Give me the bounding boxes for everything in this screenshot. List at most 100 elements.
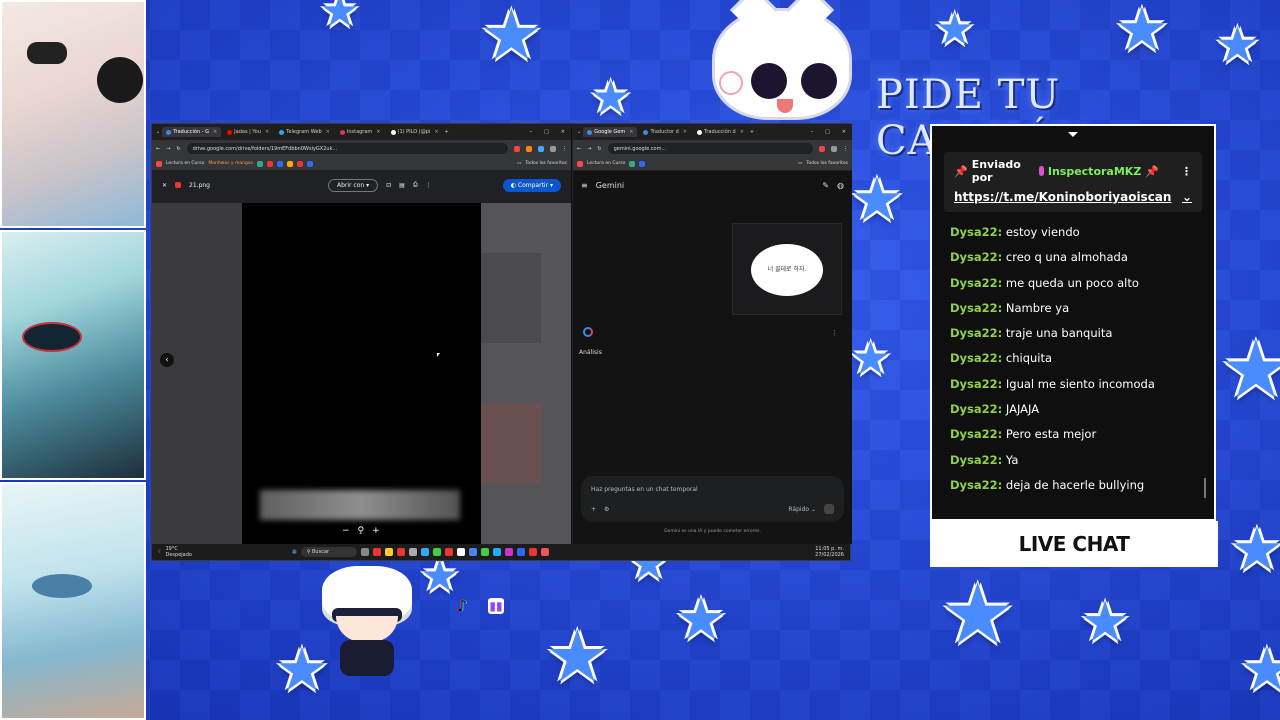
share-button[interactable]: ◐ Compartir ▾	[502, 178, 561, 192]
close-icon[interactable]: ×	[376, 129, 380, 135]
whatsapp-icon[interactable]	[480, 548, 489, 556]
tab-gemini[interactable]: Google Gem ×	[583, 127, 638, 137]
chat-username[interactable]: Dysa22:	[950, 351, 1002, 365]
all-bookmarks[interactable]: Todos los favoritos	[525, 161, 567, 166]
bookmark-icon[interactable]	[306, 160, 313, 167]
telegram-icon[interactable]	[492, 548, 501, 556]
bookmark-icon[interactable]	[286, 160, 293, 167]
add-icon[interactable]: +	[591, 506, 596, 513]
bookmark-icon[interactable]	[296, 160, 303, 167]
collapse-caret-icon[interactable]	[1068, 132, 1078, 142]
weather-widget[interactable]: ☾ 19°C Despejado	[158, 546, 288, 558]
close-window-button[interactable]: ×	[561, 129, 565, 135]
close-icon[interactable]: ×	[326, 129, 330, 135]
extension-icon[interactable]	[819, 145, 825, 152]
bookmark-icon[interactable]	[629, 160, 636, 167]
chat-username[interactable]: Dysa22:	[950, 276, 1002, 290]
reload-icon[interactable]: ↻	[597, 146, 601, 152]
app-icon[interactable]	[444, 548, 453, 556]
chat-username[interactable]: Dysa22:	[950, 377, 1002, 391]
profile-icon[interactable]	[550, 145, 556, 152]
microphone-icon[interactable]	[540, 548, 549, 556]
print-icon[interactable]: ⎙	[413, 181, 418, 189]
add-shortcut-icon[interactable]: ⊡	[386, 182, 391, 189]
menu-icon[interactable]: ⋮	[562, 146, 567, 152]
forward-icon[interactable]: →	[166, 146, 170, 152]
chat-username[interactable]: Dysa22:	[950, 427, 1002, 441]
app-icon[interactable]	[432, 548, 441, 556]
send-button[interactable]	[824, 504, 834, 514]
bookmark-item[interactable]: Lectura en Curso	[587, 161, 625, 166]
uploaded-image[interactable]: 너 꼴데로 하자.	[732, 223, 842, 315]
bookmark-icon[interactable]	[256, 160, 263, 167]
more-icon[interactable]: ⋮	[1181, 165, 1192, 178]
obs-icon[interactable]	[456, 548, 465, 556]
close-icon[interactable]: ×	[265, 129, 269, 135]
close-icon[interactable]: ×	[740, 129, 744, 135]
folder-icon[interactable]	[384, 548, 393, 556]
chevron-down-icon[interactable]: ⌄	[1182, 190, 1192, 204]
forward-icon[interactable]: →	[587, 146, 591, 152]
tab-instagram[interactable]: Instagram ×	[336, 127, 385, 137]
system-clock[interactable]: 11:05 p. m. 27/02/2026	[815, 546, 844, 558]
reload-icon[interactable]: ↻	[176, 146, 180, 152]
extension-icon[interactable]	[538, 145, 544, 152]
zoom-in-icon[interactable]: +	[372, 526, 380, 536]
chat-username[interactable]: Dysa22:	[950, 301, 1002, 315]
more-icon[interactable]: ⋮	[831, 329, 838, 337]
close-icon[interactable]: ×	[629, 129, 633, 135]
chat-username[interactable]: Dysa22:	[950, 402, 1002, 416]
url-field[interactable]: drive.google.com/drive/folders/19mEFdbbn…	[186, 143, 508, 154]
chat-username[interactable]: Dysa22:	[950, 478, 1002, 492]
app-icon[interactable]	[420, 548, 429, 556]
search-box[interactable]: ⚲ Buscar	[300, 547, 357, 557]
bookmark-icon[interactable]	[266, 160, 273, 167]
profile-icon[interactable]	[831, 145, 837, 152]
minimize-button[interactable]: –	[811, 129, 814, 135]
tab-traduccion[interactable]: Traducción - G ×	[162, 127, 222, 137]
app-icon[interactable]	[504, 548, 513, 556]
chat-username[interactable]: Dysa22:	[950, 250, 1002, 264]
app-icon[interactable]	[516, 548, 525, 556]
avatar[interactable]: ◍	[837, 181, 844, 190]
new-chat-icon[interactable]: ✎	[822, 181, 829, 190]
app-icon[interactable]	[528, 548, 537, 556]
zoom-out-icon[interactable]: −	[342, 526, 350, 536]
chat-username[interactable]: Dysa22:	[950, 326, 1002, 340]
back-icon[interactable]: ←	[577, 146, 581, 152]
taskview-icon[interactable]	[360, 548, 369, 556]
extension-icon[interactable]	[514, 145, 520, 152]
close-icon[interactable]: ×	[434, 129, 438, 135]
tools-icon[interactable]: ⚙	[604, 506, 609, 513]
url-field[interactable]: gemini.google.com...	[607, 143, 813, 154]
more-icon[interactable]: ⋮	[426, 182, 432, 189]
bookmark-item[interactable]: Lectura en Curso	[166, 161, 204, 166]
zoom-icon[interactable]: ⚲	[358, 526, 365, 536]
new-tab-button[interactable]: +	[445, 129, 449, 135]
unpin-icon[interactable]: 📌	[1145, 165, 1159, 178]
tab-traduccion[interactable]: Traducción d ×	[693, 127, 748, 137]
app-icon[interactable]	[396, 548, 405, 556]
bookmark-icon[interactable]	[577, 160, 583, 167]
close-icon[interactable]: ×	[213, 129, 217, 135]
bookmark-icon[interactable]	[276, 160, 283, 167]
maximize-button[interactable]: □	[825, 129, 830, 135]
extension-icon[interactable]	[526, 145, 532, 152]
windows-icon[interactable]: ▦	[292, 549, 297, 555]
model-selector[interactable]: Rápido ⌄	[788, 506, 816, 513]
tab-list-icon[interactable]: ⌄	[577, 129, 581, 135]
all-bookmarks[interactable]: Todos los favoritos	[806, 161, 848, 166]
tab-list-icon[interactable]: ⌄	[156, 129, 160, 135]
pinned-message[interactable]: 📌 Enviado por InspectoraMKZ 📌 ⋮ https://t…	[944, 152, 1202, 212]
pinned-link[interactable]: https://t.me/Koninoboriyaoiscan	[954, 190, 1171, 204]
previous-arrow-icon[interactable]: ‹	[160, 353, 174, 367]
maximize-button[interactable]: □	[544, 129, 549, 135]
bookmark-item[interactable]: Manhwas y mangas	[208, 161, 253, 166]
close-window-button[interactable]: ×	[842, 129, 846, 135]
app-icon[interactable]	[372, 548, 381, 556]
close-icon[interactable]: ×	[683, 129, 687, 135]
back-icon[interactable]: ←	[156, 146, 160, 152]
bookmark-icon[interactable]	[156, 160, 162, 167]
bookmark-icon[interactable]	[639, 160, 646, 167]
minimize-button[interactable]: –	[530, 129, 533, 135]
